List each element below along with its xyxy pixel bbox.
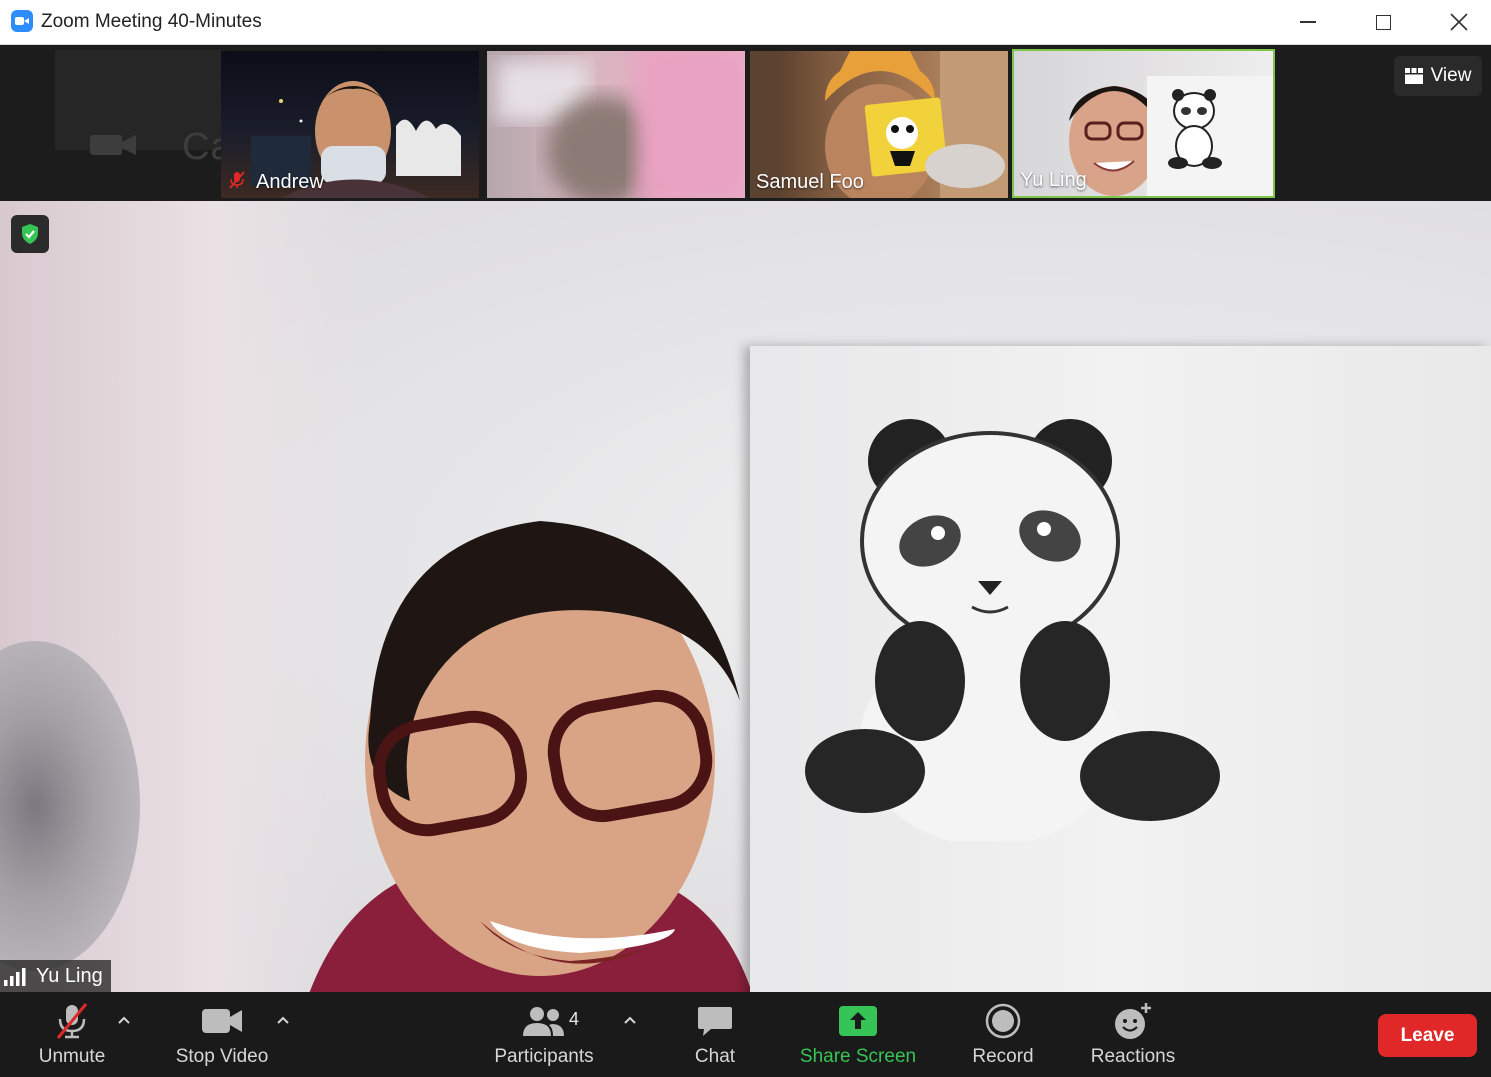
signal-strength-icon	[4, 968, 26, 986]
close-icon	[1450, 13, 1468, 31]
video-options-caret-icon[interactable]	[275, 1014, 291, 1026]
minimize-icon	[1300, 21, 1316, 23]
share-screen-button[interactable]: Share Screen	[796, 992, 920, 1077]
zoom-app-icon	[11, 10, 33, 32]
maximize-icon	[1375, 14, 1391, 30]
participant-name-yu-ling: Yu Ling	[1020, 169, 1087, 191]
participants-label: Participants	[494, 1046, 594, 1067]
camera-off-icon	[90, 135, 136, 155]
participant-tile-andrew[interactable]: Andrew	[221, 51, 479, 198]
participant-count-badge: 4	[569, 1009, 580, 1029]
muted-mic-icon	[56, 1003, 88, 1039]
window-title: Zoom Meeting 40-Minutes	[41, 11, 262, 32]
unmute-label: Unmute	[38, 1046, 106, 1067]
view-button-label: View	[1430, 65, 1472, 86]
participant-tile-samuel[interactable]: Samuel Foo	[750, 51, 1008, 198]
participants-button[interactable]: Participants	[484, 992, 604, 1077]
leave-button[interactable]: Leave	[1378, 1014, 1477, 1057]
chat-button[interactable]: Chat	[680, 992, 750, 1077]
reactions-label: Reactions	[1090, 1046, 1176, 1067]
participants-options-caret-icon[interactable]	[622, 1014, 638, 1026]
participant-tile-yu-ling-active[interactable]: Yu Ling	[1012, 49, 1275, 198]
close-button[interactable]	[1427, 0, 1491, 44]
view-button[interactable]: View	[1394, 56, 1482, 96]
share-screen-label: Share Screen	[799, 1046, 917, 1067]
maximize-button[interactable]	[1351, 0, 1415, 44]
chat-label: Chat	[694, 1046, 736, 1067]
grid-view-icon	[1404, 68, 1423, 84]
reactions-icon	[1115, 1003, 1151, 1039]
security-shield-badge[interactable]	[11, 215, 49, 253]
meeting-toolbar: Unmute Stop Video Participants Chat Shar…	[0, 992, 1491, 1077]
chat-bubble-icon	[698, 1007, 732, 1036]
record-icon	[985, 1003, 1021, 1039]
speaker-name-tag: Yu Ling	[0, 960, 111, 992]
video-camera-icon	[202, 1009, 242, 1033]
minimize-button[interactable]	[1276, 0, 1340, 44]
participants-icon	[523, 1007, 564, 1036]
participant-name-samuel: Samuel Foo	[756, 171, 864, 193]
stop-video-label: Stop Video	[175, 1046, 269, 1067]
unmute-button[interactable]: Unmute	[30, 992, 114, 1077]
participant-tile-blurred[interactable]	[487, 51, 745, 198]
reactions-button[interactable]: Reactions	[1082, 992, 1184, 1077]
stop-video-button[interactable]: Stop Video	[166, 992, 278, 1077]
record-button[interactable]: Record	[964, 992, 1042, 1077]
record-label: Record	[972, 1046, 1034, 1067]
muted-mic-icon	[229, 171, 245, 189]
panda-drawing	[805, 419, 1220, 841]
audio-options-caret-icon[interactable]	[116, 1014, 132, 1026]
speaker-name: Yu Ling	[36, 964, 103, 987]
blurred-video-feed	[497, 51, 745, 198]
speaker-person	[309, 521, 752, 992]
participant-name-andrew: Andrew	[256, 171, 324, 193]
share-screen-icon	[839, 1006, 877, 1036]
title-bar: Zoom Meeting 40-Minutes	[0, 0, 1491, 45]
active-speaker-video	[0, 201, 1491, 992]
shield-check-icon	[22, 224, 38, 244]
